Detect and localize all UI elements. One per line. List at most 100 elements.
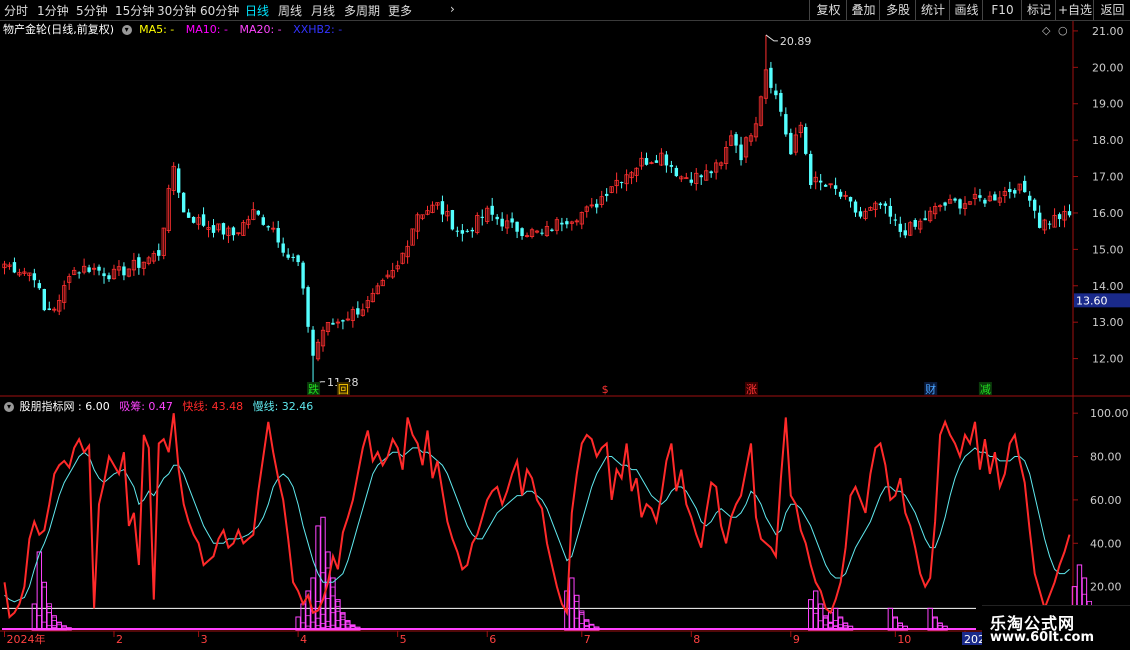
candle-body	[838, 191, 843, 197]
candle-body	[699, 175, 703, 178]
candle-body	[356, 308, 360, 315]
candle-body	[176, 168, 181, 193]
candle-body	[739, 144, 743, 161]
absorb-bar	[330, 577, 336, 631]
price-tick-label: 13.00	[1092, 316, 1124, 329]
candle-body	[495, 216, 499, 220]
price-tick-label: 21.00	[1092, 25, 1124, 38]
indicator-tick-label: 100.00	[1090, 407, 1129, 420]
tab-weekly[interactable]: 周线	[278, 2, 302, 19]
candle-body	[595, 203, 599, 208]
event-marker[interactable]: 减	[980, 383, 991, 396]
chart-canvas[interactable]: 12.00 13.00 14.00 15.00 16.00 17.00 18.00 19.00…	[0, 0, 1130, 650]
absorb-bar	[927, 607, 933, 631]
mark-button[interactable]: 标记	[1021, 0, 1056, 20]
candle-body	[266, 226, 270, 228]
stock-name[interactable]: 物产金轮(日线,前复权)	[3, 23, 114, 36]
absorb-decay-bar	[335, 600, 341, 631]
candle-body	[565, 221, 569, 225]
event-marker[interactable]: 跌	[308, 382, 319, 396]
tab-1min[interactable]: 1分钟	[37, 2, 69, 19]
event-marker[interactable]: $	[602, 383, 609, 396]
f10-button[interactable]: F10	[982, 0, 1022, 20]
date-axis-label: 6	[489, 633, 496, 646]
collapse-icon[interactable]: ▾	[121, 25, 132, 35]
date-axis-label: 2	[116, 633, 123, 646]
candle-body	[211, 225, 216, 233]
multi-stock-button[interactable]: 多股	[879, 0, 916, 20]
circle-icon[interactable]: ○	[1058, 24, 1068, 37]
candle-body	[47, 308, 51, 310]
tab-fenshi[interactable]: 分时	[4, 2, 28, 19]
candle-body	[191, 216, 196, 223]
stats-button[interactable]: 统计	[915, 0, 950, 20]
restore-rights-button[interactable]: 复权	[809, 0, 847, 20]
tab-5min[interactable]: 5分钟	[76, 2, 108, 19]
absorb-decay-bar	[36, 615, 42, 631]
tab-daily[interactable]: 日线	[245, 2, 269, 19]
collapse-icon[interactable]: ▾	[4, 402, 14, 412]
absorb-bar	[41, 581, 48, 631]
candle-body	[784, 114, 788, 135]
candle-body	[983, 199, 987, 204]
tab-15min[interactable]: 15分钟	[115, 2, 154, 19]
back-button[interactable]: 返回	[1093, 0, 1130, 20]
watermark: 乐淘公式网 www.60lt.com	[982, 605, 1130, 650]
fast-line-label: 快线: 43.48	[182, 400, 244, 413]
candle-body	[669, 165, 674, 167]
candle-body	[823, 184, 828, 187]
candle-body	[734, 134, 738, 146]
tab-multi-period[interactable]: 多周期	[344, 2, 380, 19]
chevron-right-icon[interactable]: ›	[450, 2, 455, 16]
candle-body	[1037, 212, 1042, 228]
absorb-bar	[340, 612, 346, 631]
tab-more[interactable]: 更多	[388, 2, 412, 19]
indicator-name[interactable]: 股朋指标网	[20, 400, 75, 413]
tab-30min[interactable]: 30分钟	[157, 2, 196, 19]
draw-line-button[interactable]: 画线	[949, 0, 983, 20]
price-panel-header: 物产金轮(日线,前复权) ▾ MA5: - MA10: - MA20: - XX…	[0, 21, 342, 37]
absorb-decay-bar	[335, 605, 341, 631]
candle-body	[893, 219, 898, 221]
absorb-bar	[320, 516, 326, 631]
fast-line-series	[3, 413, 1071, 619]
candle-body	[858, 211, 863, 217]
candle-body	[943, 202, 947, 206]
add-favorite-button[interactable]: +自选	[1055, 0, 1094, 20]
tab-monthly[interactable]: 月线	[311, 2, 335, 19]
candle-body	[993, 194, 997, 201]
candle-body	[804, 127, 808, 154]
candle-body	[455, 230, 460, 232]
indicator-tick-label: 60.00	[1090, 494, 1122, 507]
candle-body	[470, 229, 475, 232]
diamond-icon[interactable]: ◇	[1042, 24, 1051, 37]
ma20-label: MA20: -	[239, 23, 282, 36]
candle-body	[281, 243, 285, 253]
candle-body	[440, 201, 445, 215]
overlay-button[interactable]: 叠加	[846, 0, 880, 20]
indicator-tick-label: 80.00	[1090, 451, 1122, 464]
candle-body	[1047, 223, 1052, 225]
absorb-decay-bar	[579, 613, 585, 631]
event-marker[interactable]: 财	[925, 382, 936, 396]
candle-body	[709, 171, 713, 174]
candle-body	[958, 199, 962, 209]
price-tick-label: 19.00	[1092, 98, 1124, 111]
indicator-tick-label: 20.00	[1090, 581, 1122, 594]
absorb-decay-bar	[46, 605, 52, 631]
top-toolbar: 分时 1分钟 5分钟 15分钟 30分钟 60分钟 日线 周线 月线 多周期 更多 › 复权 叠加 多股 统计…	[0, 0, 1130, 21]
candle-body	[689, 179, 693, 183]
event-marker[interactable]: 回	[338, 383, 349, 396]
slow-line-label: 慢线: 32.46	[252, 400, 314, 413]
candle-body	[37, 283, 42, 289]
candle-body	[1032, 199, 1037, 211]
event-marker[interactable]: 涨	[746, 383, 757, 396]
tab-60min[interactable]: 60分钟	[200, 2, 239, 19]
candle-body	[301, 262, 305, 289]
absorb-decay-bar	[574, 600, 580, 631]
candle-body	[779, 93, 783, 112]
absorb-decay-bar	[305, 615, 311, 631]
candle-body	[490, 205, 494, 215]
candle-body	[296, 255, 300, 263]
candle-body	[619, 182, 624, 184]
